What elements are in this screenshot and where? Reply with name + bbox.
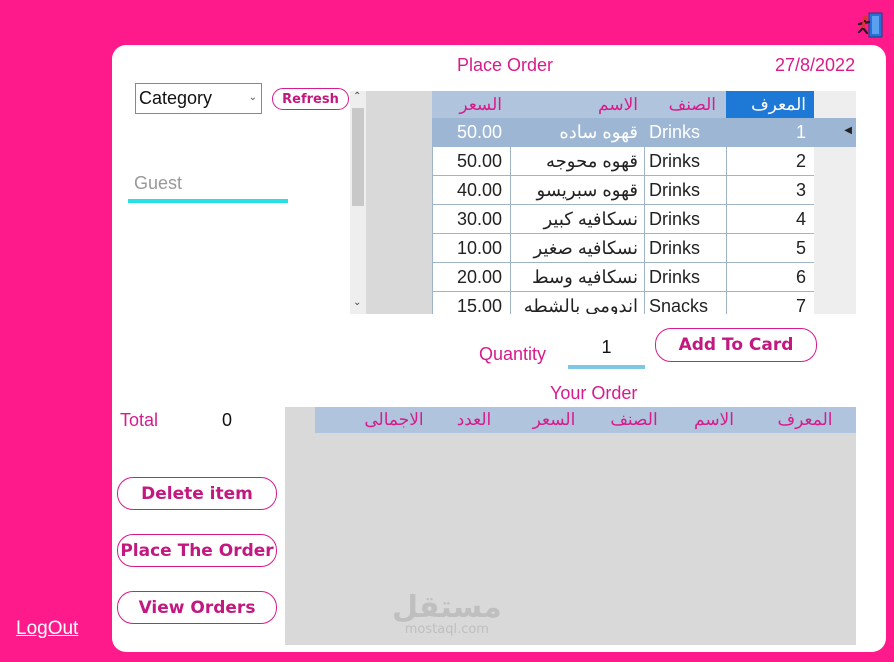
cell-price: 15.00 [432, 292, 510, 314]
scroll-up-icon[interactable]: ⌃ [353, 91, 361, 102]
cell-category: Drinks [644, 205, 726, 234]
total-label: Total [120, 410, 159, 430]
refresh-button[interactable]: Refresh [272, 88, 349, 110]
products-scrollbar[interactable]: ⌃ ⌄ [350, 91, 366, 314]
cell-price: 30.00 [432, 205, 510, 234]
main-panel: Place Order 27/8/2022 Category ⌄ Refresh… [112, 45, 886, 652]
date-label: 27/8/2022 [775, 55, 856, 75]
cell-price: 10.00 [432, 234, 510, 263]
cell-name: قهوه ساده [510, 118, 644, 147]
page-title: Place Order [457, 55, 554, 75]
order-col-count[interactable]: العدد [434, 410, 514, 430]
cell-name: قهوه سبريسو [510, 176, 644, 205]
table-row[interactable]: 4 Drinks نسكافيه كبير 30.00 [432, 205, 814, 234]
category-dropdown[interactable]: Category ⌄ [135, 83, 262, 114]
order-col-category[interactable]: الصنف [594, 410, 674, 430]
order-col-total[interactable]: الاجمالى [354, 410, 434, 430]
products-header-row: المعرف الصنف الاسم السعر [432, 91, 814, 118]
order-col-id[interactable]: المعرف [754, 410, 856, 430]
cell-name: نسكافيه صغير [510, 234, 644, 263]
table-row[interactable]: 5 Drinks نسكافيه صغير 10.00 [432, 234, 814, 263]
add-to-card-button[interactable]: Add To Card [655, 328, 817, 362]
cell-name: اندومي بالشطه [510, 292, 644, 314]
cell-id: 3 [726, 176, 814, 205]
cell-price: 50.00 [432, 147, 510, 176]
cell-category: Drinks [644, 147, 726, 176]
scroll-down-icon[interactable]: ⌄ [353, 297, 361, 308]
order-header-row: المعرف الاسم الصنف السعر العدد الاجمالى [315, 407, 856, 433]
view-orders-button[interactable]: View Orders [117, 591, 277, 624]
cell-id: 6 [726, 263, 814, 292]
table-row[interactable]: 2 Drinks قهوه محوجه 50.00 [432, 147, 814, 176]
table-row[interactable]: 7 Snacks اندومي بالشطه 15.00 [432, 292, 814, 314]
cell-category: Drinks [644, 176, 726, 205]
cell-category: Snacks [644, 292, 726, 314]
cell-price: 20.00 [432, 263, 510, 292]
col-header-name[interactable]: الاسم [510, 91, 644, 118]
quantity-input[interactable]: 1 [568, 337, 645, 369]
order-col-price[interactable]: السعر [514, 410, 594, 430]
watermark-latin: mostaql.com [404, 622, 489, 637]
watermark-arabic: مستقل [392, 590, 502, 625]
customer-placeholder: Guest [134, 173, 183, 193]
cell-id: 2 [726, 147, 814, 176]
order-col-name[interactable]: الاسم [674, 410, 754, 430]
quantity-label: Quantity [479, 344, 547, 364]
col-header-id[interactable]: المعرف [726, 91, 814, 118]
cell-id: 1 [726, 118, 814, 147]
col-header-price[interactable]: السعر [432, 91, 510, 118]
logout-link[interactable]: LogOut [16, 618, 78, 640]
cell-category: Drinks [644, 234, 726, 263]
cell-name: نسكافيه وسط [510, 263, 644, 292]
cell-name: قهوه محوجه [510, 147, 644, 176]
customer-name-input[interactable]: Guest [128, 173, 288, 203]
cell-name: نسكافيه كبير [510, 205, 644, 234]
cell-price: 40.00 [432, 176, 510, 205]
your-order-title: Your Order [550, 383, 638, 403]
table-row[interactable]: 3 Drinks قهوه سبريسو 40.00 [432, 176, 814, 205]
cell-id: 4 [726, 205, 814, 234]
row-header-column[interactable] [814, 147, 856, 314]
cell-id: 5 [726, 234, 814, 263]
exit-icon[interactable] [856, 12, 886, 40]
row-pointer-icon: ◀ [844, 125, 852, 136]
table-row[interactable]: 1 Drinks قهوه ساده 50.00 [432, 118, 814, 147]
cell-category: Drinks [644, 118, 726, 147]
cell-id: 7 [726, 292, 814, 314]
products-table: المعرف الصنف الاسم السعر 1 Drinks قهوه س… [432, 91, 814, 314]
chevron-down-icon: ⌄ [248, 92, 257, 103]
place-order-button[interactable]: Place The Order [117, 534, 277, 567]
watermark-logo: مستقل mostaql.com [392, 593, 502, 637]
current-row-indicator[interactable]: ◀ [814, 118, 856, 147]
order-grid[interactable]: المعرف الاسم الصنف السعر العدد الاجمالى [285, 407, 856, 645]
grid-corner [814, 91, 856, 118]
category-selected-value: Category [139, 88, 213, 108]
table-row[interactable]: 6 Drinks نسكافيه وسط 20.00 [432, 263, 814, 292]
col-header-category[interactable]: الصنف [644, 91, 726, 118]
cell-price: 50.00 [432, 118, 510, 147]
scrollbar-thumb[interactable] [352, 108, 364, 206]
total-value: 0 [222, 410, 233, 430]
products-grid[interactable]: ⌃ ⌄ ◀ المعرف الصنف الاسم السعر 1 Drinks … [350, 91, 856, 314]
delete-item-button[interactable]: Delete item [117, 477, 277, 510]
cell-category: Drinks [644, 263, 726, 292]
